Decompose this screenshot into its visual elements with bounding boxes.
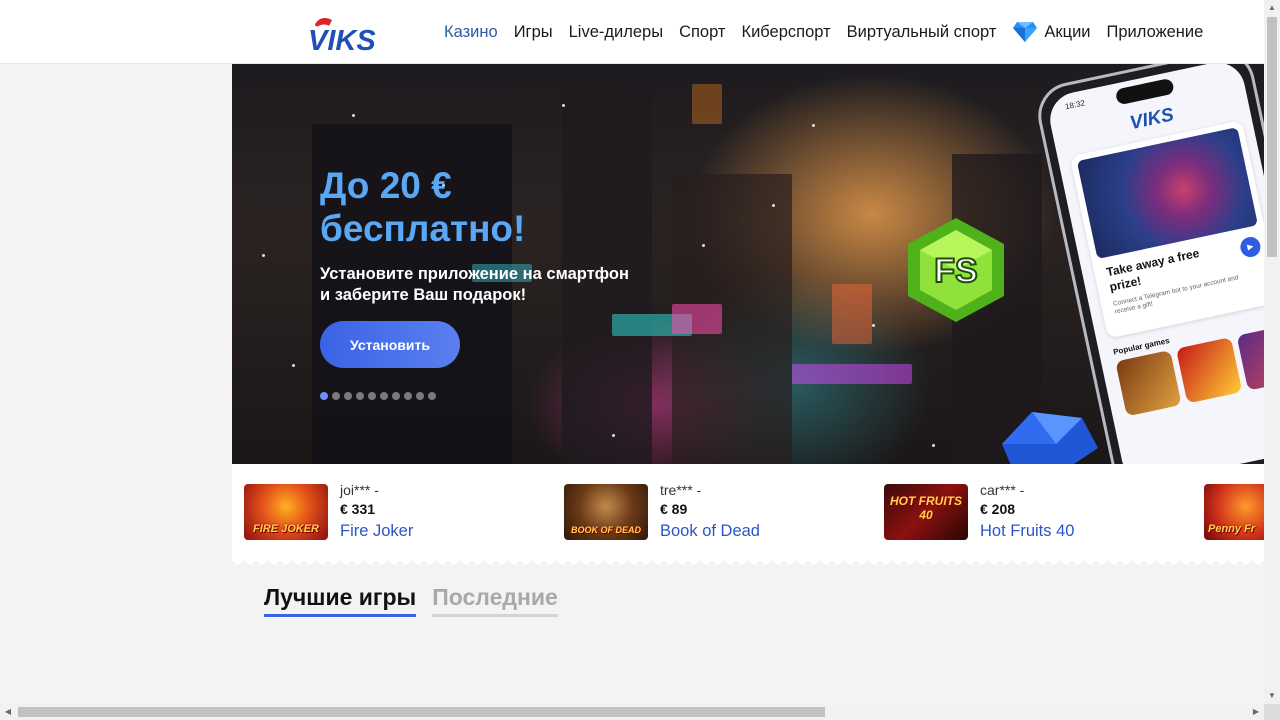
phone-game-thumb [1175, 337, 1243, 404]
slider-dot[interactable] [380, 392, 388, 400]
gem-label: FS [934, 252, 977, 290]
banner-title: До 20 € бесплатно! [320, 164, 525, 250]
winner-amount: € 89 [660, 501, 688, 517]
snowflake [612, 434, 615, 437]
nav-label: Спорт [679, 22, 726, 41]
nav-item-virtual-sport[interactable]: Виртуальный спорт [839, 23, 1005, 42]
slider-dot[interactable] [344, 392, 352, 400]
snowflake [292, 364, 295, 367]
slider-dot[interactable] [428, 392, 436, 400]
strip-zigzag-edge [232, 557, 1264, 565]
thumbnail-text: BOOK OF DEAD [570, 525, 641, 535]
scroll-up-arrow-icon[interactable]: ▲ [1264, 0, 1280, 16]
viks-logo[interactable]: VIKS [300, 12, 394, 54]
slider-dot[interactable] [404, 392, 412, 400]
winner-game-link[interactable]: Fire Joker [340, 522, 413, 541]
game-thumbnail[interactable]: HOT FRUITS 40 [884, 484, 968, 540]
nav-label: Виртуальный спорт [846, 22, 997, 41]
winner-username: joi*** - [340, 482, 379, 498]
neon-sign [832, 284, 872, 344]
banner-title-line: бесплатно! [320, 208, 526, 249]
phone-promo-card: Take away a free prize! Connect a Telegr… [1069, 120, 1264, 339]
game-thumbnail[interactable]: FIRE JOKER [244, 484, 328, 540]
nav-label: Приложение [1106, 22, 1204, 41]
main-nav: Казино Игры Live-дилеры Спорт Киберспорт… [436, 0, 1211, 64]
snowflake [702, 244, 705, 247]
slider-dots [320, 392, 440, 400]
slider-dot[interactable] [332, 392, 340, 400]
nav-item-live-dealers[interactable]: Live-дилеры [561, 23, 671, 42]
nav-label: Live-дилеры [568, 22, 664, 41]
horizontal-scrollbar[interactable]: ◀ ▶ [0, 704, 1264, 720]
winner-game-link[interactable]: Book of Dead [660, 522, 760, 541]
slider-dot[interactable] [416, 392, 424, 400]
winner-amount: € 331 [340, 501, 376, 517]
nav-label: Киберспорт [741, 22, 831, 41]
scroll-down-arrow-icon[interactable]: ▼ [1264, 688, 1280, 704]
recent-winners-strip: FIRE JOKER joi*** - € 331 Fire Joker BOO… [232, 464, 1264, 560]
tab-best-games[interactable]: Лучшие игры [264, 584, 417, 617]
tab-recent[interactable]: Последние [432, 584, 558, 617]
winner-item[interactable]: HOT FRUITS 40 car*** - € 208 Hot Fruits … [884, 482, 1184, 541]
thumbnail-text: FIRE JOKER [252, 523, 319, 535]
winner-item[interactable]: Penny Fr [1204, 484, 1264, 540]
winner-username: tre*** - [660, 482, 702, 498]
diamond-icon [1013, 22, 1038, 42]
robot-image [1076, 127, 1258, 260]
nav-label: Акции [1044, 22, 1091, 41]
neon-sign [792, 364, 912, 384]
nav-item-app[interactable]: Приложение [1099, 23, 1212, 42]
promo-banner[interactable]: До 20 € бесплатно! Установите приложение… [232, 64, 1264, 464]
scrollbar-corner [1264, 704, 1280, 720]
nav-item-casino[interactable]: Казино [436, 23, 506, 42]
snowflake [872, 324, 875, 327]
play-icon: ▶ [1238, 235, 1263, 259]
slider-dot[interactable] [356, 392, 364, 400]
slider-dot[interactable] [320, 392, 328, 400]
nav-item-promotions[interactable]: Акции [1004, 21, 1098, 43]
banner-title-line: До 20 € [320, 165, 452, 206]
neon-sign [672, 304, 722, 334]
phone-game-thumb [1115, 349, 1182, 417]
phone-notch [1114, 77, 1175, 106]
scroll-left-arrow-icon[interactable]: ◀ [0, 704, 16, 720]
nav-label: Игры [513, 22, 553, 41]
slider-dot[interactable] [368, 392, 376, 400]
game-thumbnail[interactable]: BOOK OF DEAD [564, 484, 648, 540]
phone-logo: VIKS [1127, 104, 1176, 135]
snowflake [262, 254, 265, 257]
winner-item[interactable]: FIRE JOKER joi*** - € 331 Fire Joker [244, 482, 544, 541]
banner-subtitle: Установите приложение на смартфон и забе… [320, 265, 629, 304]
scroll-right-arrow-icon[interactable]: ▶ [1248, 704, 1264, 720]
game-thumbnail[interactable]: Penny Fr [1204, 484, 1264, 540]
snowflake [352, 114, 355, 117]
horizontal-scroll-thumb[interactable] [18, 707, 825, 717]
snowflake [772, 204, 775, 207]
phone-game-thumb [1236, 324, 1264, 391]
winner-game-link[interactable]: Hot Fruits 40 [980, 522, 1074, 541]
phone-time: 18:32 [1064, 98, 1086, 112]
nav-label: Казино [444, 22, 498, 41]
logo-text: VIKS [308, 25, 376, 54]
winner-username: car*** - [980, 482, 1025, 498]
thumbnail-text: Penny Fr [1208, 523, 1256, 535]
nav-item-games[interactable]: Игры [506, 23, 561, 42]
nav-item-sport[interactable]: Спорт [671, 23, 733, 42]
games-tabs: Лучшие игры Последние [264, 584, 574, 617]
thumbnail-text: HOT FRUITS 40 [890, 494, 962, 522]
vertical-scroll-thumb[interactable] [1267, 17, 1277, 257]
winner-item[interactable]: BOOK OF DEAD tre*** - € 89 Book of Dead [564, 482, 864, 541]
snowflake [932, 444, 935, 447]
snowflake [812, 124, 815, 127]
install-app-button[interactable]: Установить [320, 321, 460, 368]
site-header: VIKS Казино Игры Live-дилеры Спорт Кибер… [0, 0, 1264, 64]
neon-sign [692, 84, 722, 124]
blue-crystal-icon [1002, 412, 1098, 464]
vertical-scrollbar[interactable]: ▲ ▼ [1264, 0, 1280, 704]
winner-amount: € 208 [980, 501, 1016, 517]
snowflake [562, 104, 565, 107]
fs-gem-icon: FS [908, 218, 1004, 322]
nav-item-esports[interactable]: Киберспорт [733, 23, 838, 42]
slider-dot[interactable] [392, 392, 400, 400]
